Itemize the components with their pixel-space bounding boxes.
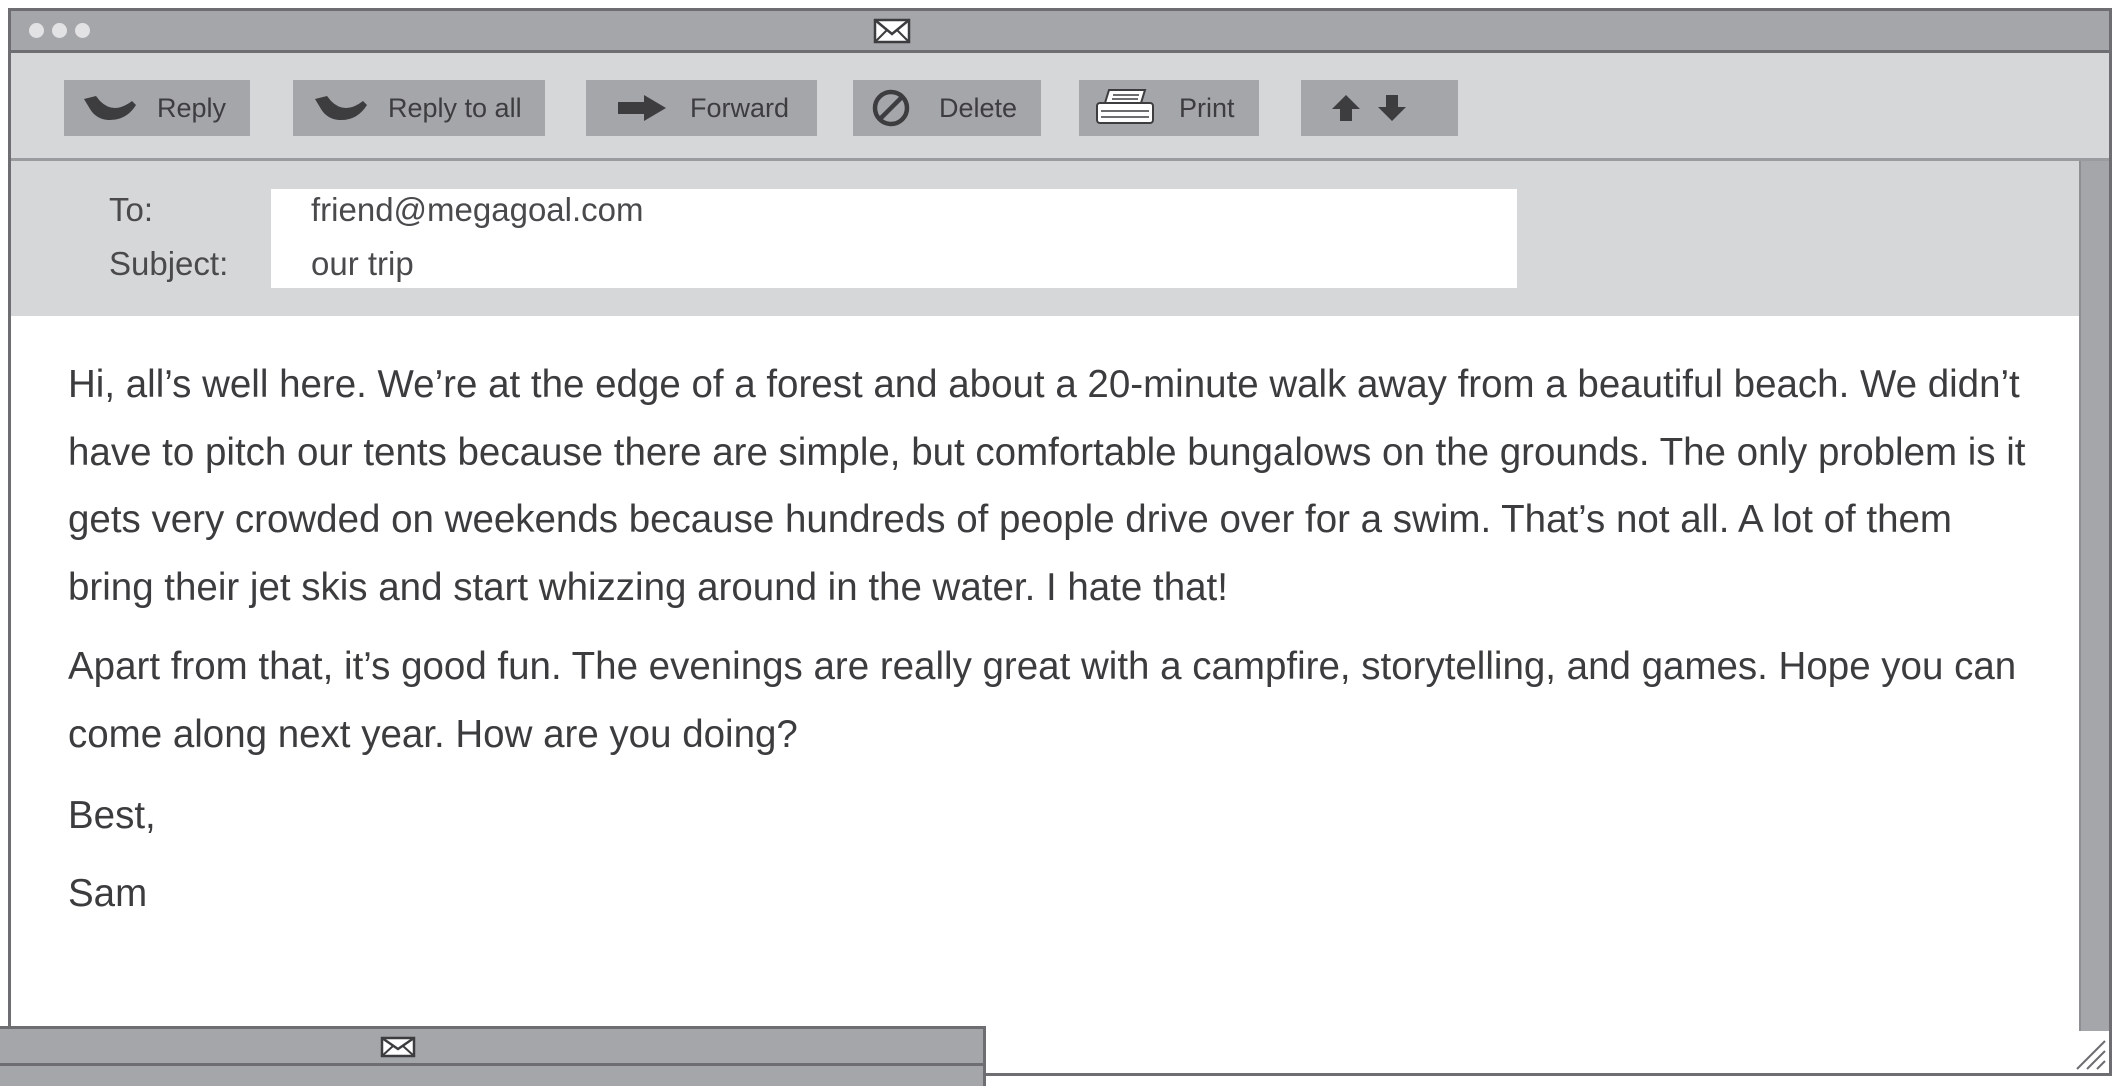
no-sign-icon — [872, 89, 910, 127]
resize-grip-icon[interactable] — [2073, 1037, 2107, 1071]
background-email-window[interactable] — [0, 1026, 986, 1086]
window-divider — [0, 1063, 983, 1066]
to-field[interactable]: friend@megagoal.com — [311, 191, 644, 229]
title-bar — [11, 11, 2109, 53]
toolbar: Reply Reply to all Forward Delete Print — [11, 53, 2109, 161]
reply-icon — [84, 96, 136, 121]
subject-label: Subject: — [109, 245, 229, 282]
window-close-dot[interactable] — [29, 23, 44, 38]
message-signature: Sam — [68, 871, 148, 915]
subject-field[interactable]: our trip — [311, 245, 414, 283]
reply-all-label: Reply to all — [388, 92, 522, 123]
printer-icon — [1096, 89, 1154, 124]
print-button[interactable]: Print — [1079, 80, 1259, 136]
forward-label: Forward — [690, 92, 790, 123]
email-window: Reply Reply to all Forward Delete Print … — [8, 8, 2112, 1076]
scrollbar[interactable] — [2079, 161, 2109, 1031]
forward-arrow-icon — [618, 95, 666, 121]
navigate-buttons — [1301, 80, 1458, 136]
delete-label: Delete — [939, 92, 1018, 123]
to-label: To: — [109, 191, 154, 228]
envelope-icon — [380, 1036, 416, 1058]
reply-button[interactable]: Reply — [64, 80, 250, 136]
message-body: Hi, all’s well here. We’re at the edge o… — [68, 351, 2043, 927]
reply-label: Reply — [157, 92, 227, 123]
reply-all-button[interactable]: Reply to all — [293, 80, 545, 136]
message-closing: Best, — [68, 794, 156, 837]
message-paragraph: Apart from that, it’s good fun. The even… — [68, 645, 2017, 756]
message-header: To: Subject: friend@megagoal.com our tri… — [11, 161, 2084, 316]
print-label: Print — [1179, 92, 1235, 123]
arrow-up-icon[interactable] — [1329, 92, 1363, 124]
window-minimize-dot[interactable] — [52, 23, 67, 38]
reply-all-icon — [315, 96, 367, 121]
delete-button[interactable]: Delete — [853, 80, 1041, 136]
arrow-down-icon[interactable] — [1375, 92, 1409, 124]
message-paragraph: Hi, all’s well here. We’re at the edge o… — [68, 363, 2026, 609]
envelope-icon — [873, 18, 911, 44]
forward-button[interactable]: Forward — [586, 80, 817, 136]
window-maximize-dot[interactable] — [75, 23, 90, 38]
